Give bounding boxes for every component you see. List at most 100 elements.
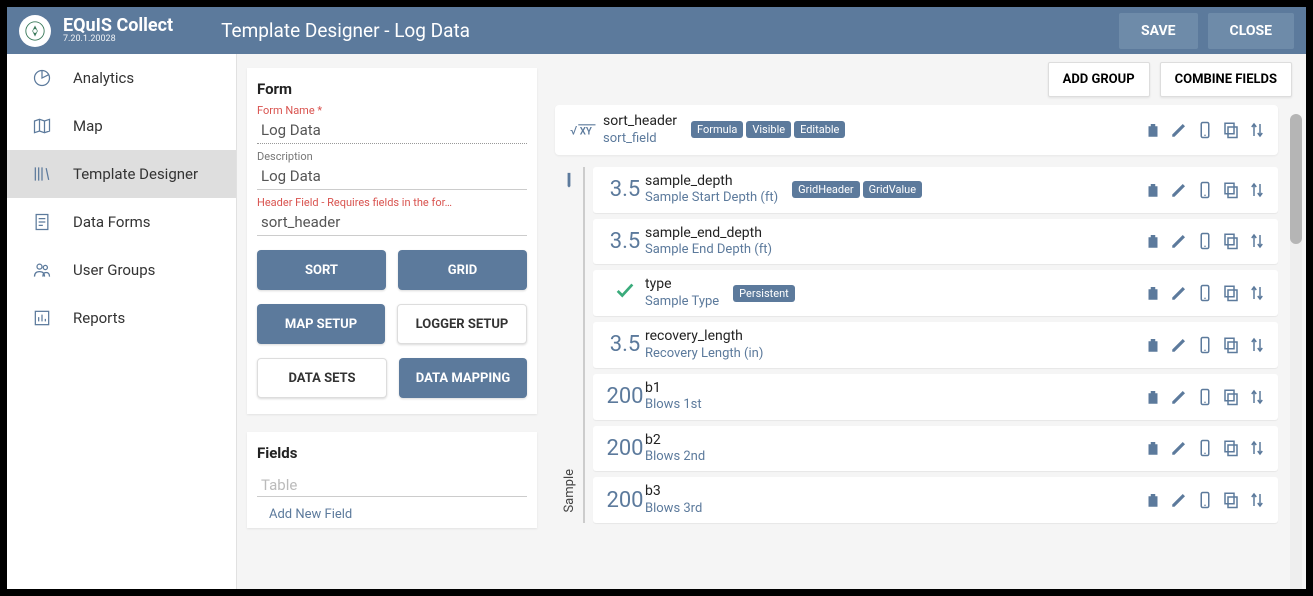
add-new-field-link[interactable]: Add New Field [257,497,527,522]
delete-icon[interactable] [1144,491,1162,509]
field-actions [1144,439,1266,457]
badge: GridValue [863,181,922,198]
copy-icon[interactable] [1222,491,1240,509]
mobile-icon[interactable] [1196,181,1214,199]
field-card[interactable]: 3.5recovery_lengthRecovery Length (in) [593,322,1278,368]
field-name: b2 [645,432,705,450]
grid-button[interactable]: GRID [398,250,527,290]
badge: Persistent [733,285,795,302]
data-sets-button[interactable]: DATA SETS [257,358,387,398]
edit-icon[interactable] [1170,121,1188,139]
field-actions [1144,232,1266,250]
copy-icon[interactable] [1222,121,1240,139]
form-name-input[interactable]: Log Data [257,117,527,144]
reorder-icon[interactable] [1248,232,1266,250]
mobile-icon[interactable] [1196,232,1214,250]
reorder-icon[interactable] [1248,336,1266,354]
sidebar-item-label: Analytics [73,69,134,87]
edit-icon[interactable] [1170,439,1188,457]
reorder-icon[interactable] [1248,491,1266,509]
copy-icon[interactable] [1222,284,1240,302]
reorder-icon[interactable] [1248,181,1266,199]
reorder-icon[interactable] [1248,284,1266,302]
close-button[interactable]: CLOSE [1208,13,1294,49]
app-logo [19,15,51,47]
form-icon [29,212,55,232]
combine-fields-button[interactable]: COMBINE FIELDS [1160,62,1292,97]
map-setup-button[interactable]: MAP SETUP [257,304,385,344]
sidebar-item-user-groups[interactable]: User Groups [7,246,236,294]
sort-button[interactable]: SORT [257,250,386,290]
edit-icon[interactable] [1170,284,1188,302]
sidebar-item-map[interactable]: Map [7,102,236,150]
mobile-icon[interactable] [1196,388,1214,406]
field-card[interactable]: 200b2Blows 2nd [593,426,1278,472]
delete-icon[interactable] [1144,336,1162,354]
delete-icon[interactable] [1144,232,1162,250]
field-desc: Sample Type [645,294,719,310]
data-mapping-button[interactable]: DATA MAPPING [399,358,527,398]
description-input[interactable]: Log Data [257,163,527,190]
save-button[interactable]: SAVE [1119,13,1198,49]
number-type-icon: 200 [605,488,645,513]
edit-icon[interactable] [1170,388,1188,406]
sort-header-field[interactable]: √XY sort_header sort_field Formula Visib… [555,105,1278,155]
field-card[interactable]: 3.5sample_end_depthSample End Depth (ft) [593,219,1278,265]
field-card[interactable]: typeSample Type Persistent [593,270,1278,316]
field-name: b3 [645,483,702,501]
sidebar-item-reports[interactable]: Reports [7,294,236,342]
reorder-icon[interactable] [1248,388,1266,406]
delete-icon[interactable] [1144,388,1162,406]
mobile-icon[interactable] [1196,336,1214,354]
reorder-icon[interactable] [1248,121,1266,139]
table-select[interactable]: Table [257,468,527,496]
brand-version: 7.20.1.20028 [63,35,173,45]
logger-setup-button[interactable]: LOGGER SETUP [397,304,527,344]
bars-icon [29,308,55,328]
fields-section-title: Fields [257,444,527,462]
delete-icon[interactable] [1144,181,1162,199]
field-actions [1144,336,1266,354]
copy-icon[interactable] [1222,181,1240,199]
badge: GridHeader [792,181,860,198]
field-card[interactable]: 200b1Blows 1st [593,374,1278,420]
number-type-icon: 3.5 [605,332,645,357]
field-desc: Sample End Depth (ft) [645,242,772,258]
copy-icon[interactable] [1222,232,1240,250]
mobile-icon[interactable] [1196,491,1214,509]
field-desc: Sample Start Depth (ft) [645,190,778,206]
edit-icon[interactable] [1170,232,1188,250]
scrollbar[interactable] [1290,114,1302,589]
delete-icon[interactable] [1144,439,1162,457]
header-field-input[interactable]: sort_header [257,209,527,236]
delete-icon[interactable] [1144,121,1162,139]
badges: GridHeaderGridValue [792,181,922,198]
field-name: type [645,276,719,294]
reorder-icon[interactable] [1248,439,1266,457]
map-icon [29,116,55,136]
mobile-icon[interactable] [1196,284,1214,302]
sidebar-item-analytics[interactable]: Analytics [7,54,236,102]
number-type-icon: 200 [605,384,645,409]
pie-icon [29,68,55,88]
description-label: Description [257,150,527,163]
field-card[interactable]: 200b3Blows 3rd [593,477,1278,523]
field-card[interactable]: 3.5sample_depthSample Start Depth (ft)Gr… [593,167,1278,213]
edit-icon[interactable] [1170,336,1188,354]
add-group-button[interactable]: ADD GROUP [1048,62,1150,97]
field-name: b1 [645,380,702,398]
mobile-icon[interactable] [1196,439,1214,457]
edit-icon[interactable] [1170,491,1188,509]
scroll-thumb[interactable] [1290,114,1302,244]
sidebar-item-label: Template Designer [73,165,198,183]
copy-icon[interactable] [1222,388,1240,406]
sidebar-item-template-designer[interactable]: Template Designer [7,150,236,198]
brand-name: EQuIS Collect [63,16,173,36]
mobile-icon[interactable] [1196,121,1214,139]
sidebar-item-data-forms[interactable]: Data Forms [7,198,236,246]
copy-icon[interactable] [1222,336,1240,354]
edit-icon[interactable] [1170,181,1188,199]
delete-icon[interactable] [1144,284,1162,302]
copy-icon[interactable] [1222,439,1240,457]
edit-group-icon[interactable] [561,171,577,191]
